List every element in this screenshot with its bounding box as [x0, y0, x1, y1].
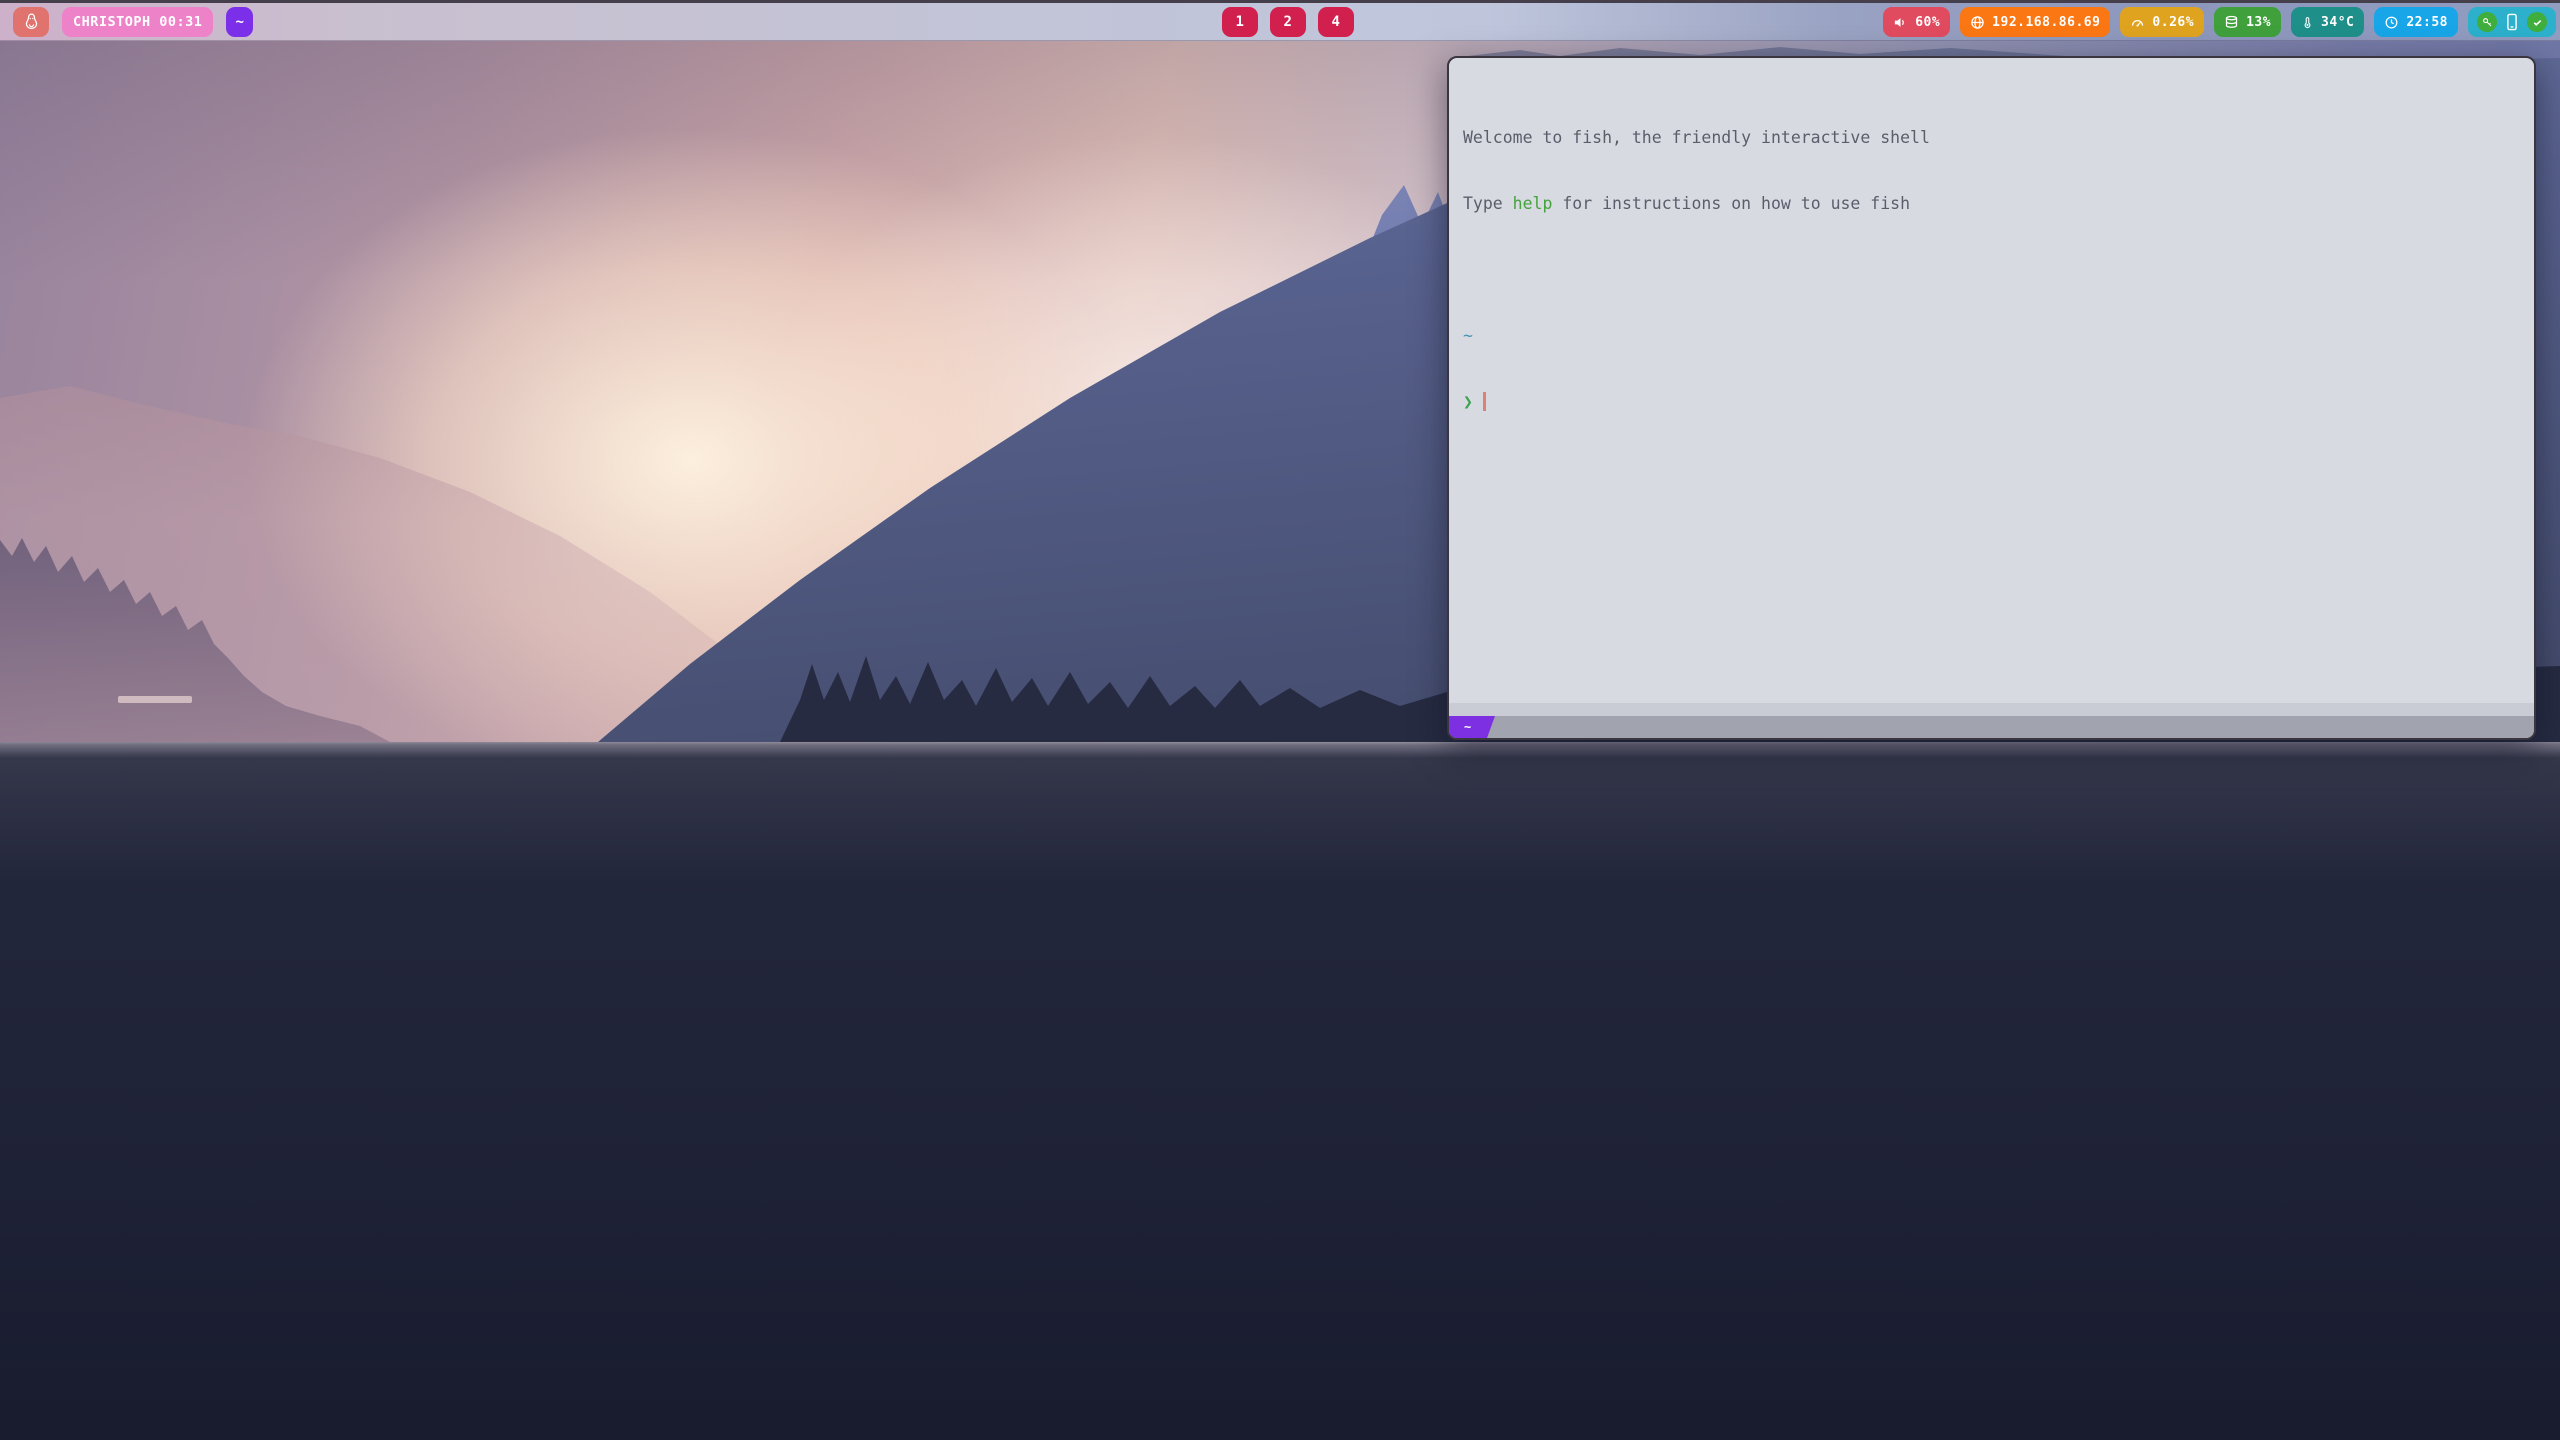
terminal-window[interactable]: Welcome to fish, the friendly interactiv…	[1447, 56, 2536, 740]
workspace-badge[interactable]: ~	[226, 7, 253, 37]
clock-icon	[2384, 15, 2399, 30]
prompt-path: ~	[1463, 326, 1473, 345]
clock-label: 22:58	[2406, 15, 2448, 30]
water-overlay	[0, 742, 2560, 1440]
window-badge-label: 2	[1284, 14, 1293, 30]
status-bar-right: 60% 192.168.86.69 0.26% 13%	[1883, 7, 2556, 37]
memory-badge[interactable]: 13%	[2214, 7, 2281, 37]
thermometer-icon	[2301, 15, 2314, 30]
status-bar: CHRISTOPH 00:31 ~ 1 2 4 60%	[0, 0, 2560, 41]
user-clock-label: CHRISTOPH 00:31	[73, 14, 202, 30]
status-bar-left: CHRISTOPH 00:31 ~	[13, 7, 253, 37]
speaker-icon	[1893, 15, 1908, 30]
key-icon	[2481, 16, 2494, 29]
phone-icon	[2505, 12, 2519, 32]
window-badge-label: 4	[1332, 14, 1341, 30]
tab-bar: ~	[1449, 716, 2534, 738]
window-badge[interactable]: 2	[1270, 7, 1306, 37]
prompt-path-line: ~	[1463, 325, 2520, 347]
memory-label: 13%	[2246, 15, 2271, 30]
terminal-output[interactable]: Welcome to fish, the friendly interactiv…	[1449, 58, 2534, 703]
database-icon	[2224, 15, 2239, 30]
globe-icon	[1970, 15, 1985, 30]
help-keyword: help	[1513, 194, 1553, 213]
window-badge-label: 1	[1236, 14, 1245, 30]
desktop: CHRISTOPH 00:31 ~ 1 2 4 60%	[0, 0, 2560, 1440]
lake-reflection	[0, 742, 2560, 1440]
system-tray	[2468, 7, 2556, 37]
tab-label: ~	[1464, 720, 1471, 734]
lakeside-cabin	[118, 696, 192, 703]
tux-badge[interactable]	[13, 7, 49, 37]
gauge-icon	[2130, 15, 2145, 30]
volume-badge[interactable]: 60%	[1883, 7, 1950, 37]
network-badge[interactable]: 192.168.86.69	[1960, 7, 2110, 37]
window-badge[interactable]: 4	[1318, 7, 1354, 37]
text-cursor	[1483, 392, 1486, 411]
clock-badge[interactable]: 22:58	[2374, 7, 2458, 37]
user-clock-badge[interactable]: CHRISTOPH 00:31	[62, 7, 213, 37]
checkmark-icon	[2531, 16, 2544, 29]
prompt-char: ❯	[1463, 391, 1473, 413]
workspace-label: ~	[235, 14, 244, 30]
tux-icon	[22, 12, 41, 33]
welcome-line: Welcome to fish, the friendly interactiv…	[1463, 127, 2520, 149]
phone-tray-item[interactable]	[2505, 12, 2519, 32]
key-tray-item[interactable]	[2477, 12, 2497, 32]
active-tab[interactable]: ~	[1449, 716, 1495, 738]
prompt-line[interactable]: ❯	[1463, 391, 2520, 413]
window-badge[interactable]: 1	[1222, 7, 1258, 37]
help-line: Type help for instructions on how to use…	[1463, 193, 2520, 215]
cpu-label: 0.26%	[2152, 15, 2194, 30]
terminal-bottom-bar: ~	[1449, 703, 2534, 738]
blank-line	[1463, 259, 2520, 281]
bottom-strip	[1449, 703, 2534, 716]
volume-label: 60%	[1915, 15, 1940, 30]
check-tray-item[interactable]	[2527, 12, 2547, 32]
network-label: 192.168.86.69	[1992, 15, 2100, 30]
cpu-badge[interactable]: 0.26%	[2120, 7, 2204, 37]
temperature-badge[interactable]: 34°C	[2291, 7, 2364, 37]
temperature-label: 34°C	[2321, 15, 2354, 30]
window-badges: 1 2 4	[1222, 7, 1354, 37]
